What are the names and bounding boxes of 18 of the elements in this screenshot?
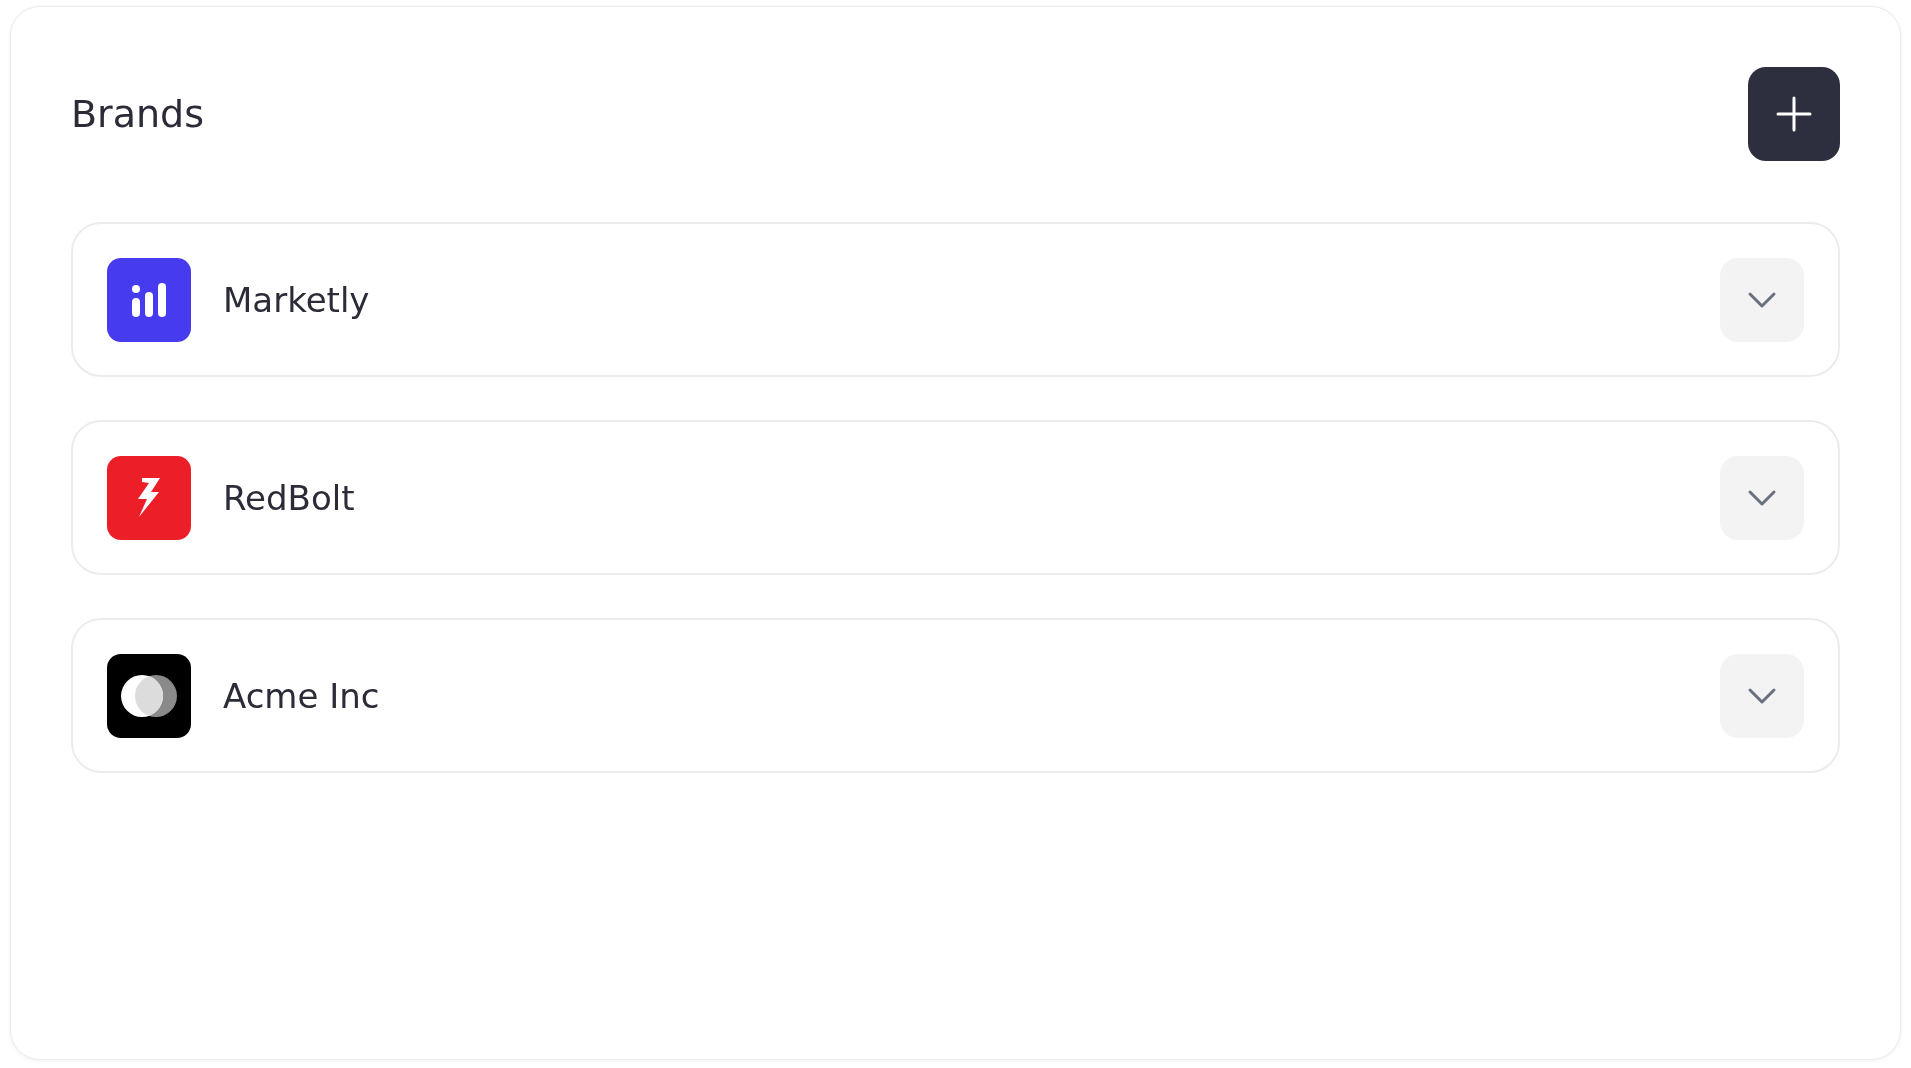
plus-icon: [1776, 96, 1812, 132]
brand-name: Marketly: [223, 279, 371, 320]
brand-row[interactable]: RedBolt: [71, 420, 1840, 575]
lightning-icon: [136, 477, 162, 518]
brand-name: Acme Inc: [223, 675, 381, 716]
brand-row[interactable]: Acme Inc: [71, 618, 1840, 773]
chevron-down-icon: [1747, 290, 1777, 309]
add-button[interactable]: [1748, 67, 1840, 161]
brand-row[interactable]: Marketly: [71, 222, 1840, 377]
brand-name: RedBolt: [223, 477, 356, 518]
expand-button[interactable]: [1720, 653, 1804, 738]
chevron-down-icon: [1747, 488, 1777, 507]
bar-chart-icon: [131, 281, 167, 318]
expand-button[interactable]: [1720, 455, 1804, 540]
page-title: Brands: [71, 92, 204, 136]
chevron-down-icon: [1747, 686, 1777, 705]
overlapping-circles-icon: [120, 673, 178, 718]
expand-button[interactable]: [1720, 257, 1804, 342]
